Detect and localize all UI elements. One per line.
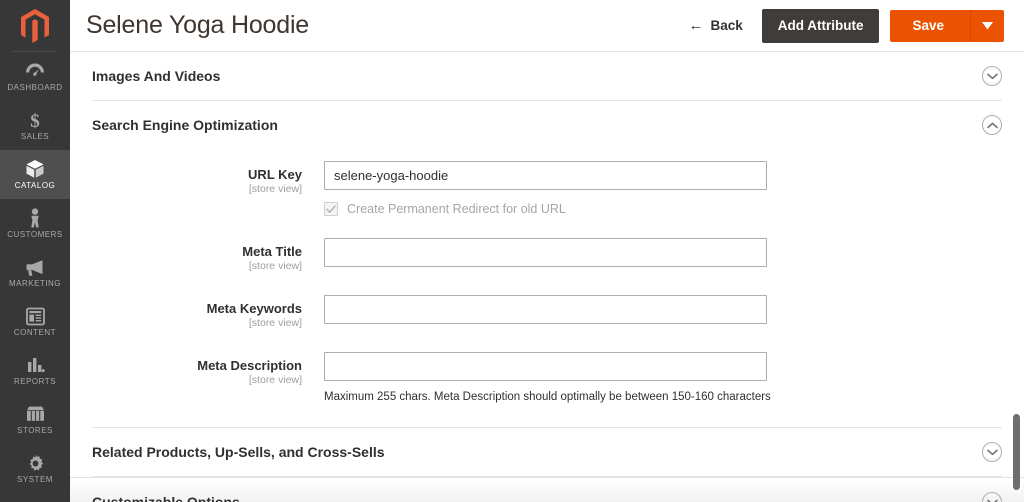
section-search-engine-optimization: Search Engine Optimization URL Key [stor… xyxy=(92,101,1002,428)
section-header-related-products[interactable]: Related Products, Up-Sells, and Cross-Se… xyxy=(92,428,1002,476)
page-scrollbar-thumb[interactable] xyxy=(1013,414,1020,490)
meta-keywords-input[interactable] xyxy=(324,295,767,324)
field-row-url-key: URL Key [store view] selene-yoga-hoodie … xyxy=(92,161,1002,216)
sidebar-item-label: CUSTOMERS xyxy=(7,230,63,239)
sidebar-item-catalog[interactable]: CATALOG xyxy=(0,150,70,199)
dashboard-gauge-icon xyxy=(25,60,45,82)
sidebar-item-label: CATALOG xyxy=(14,181,56,190)
layout-page-icon xyxy=(25,305,45,327)
magento-logo[interactable] xyxy=(0,0,70,52)
section-header-customizable-options[interactable]: Customizable Options xyxy=(92,478,1002,502)
field-scope-text: [store view] xyxy=(248,317,302,329)
chevron-down-icon[interactable] xyxy=(982,492,1002,502)
product-sections-content: Images And Videos Search Engine Optimiza… xyxy=(70,52,1024,502)
meta-description-help-note: Maximum 255 chars. Meta Description shou… xyxy=(324,391,771,403)
svg-text:$: $ xyxy=(30,111,40,130)
sidebar-item-stores[interactable]: STORES xyxy=(0,395,70,444)
sidebar-item-label: MARKETING xyxy=(8,279,62,288)
sidebar-item-label: STORES xyxy=(17,426,53,435)
save-options-toggle[interactable] xyxy=(970,9,1004,42)
save-button-group: Save xyxy=(890,9,1004,42)
sidebar-item-content[interactable]: CONTENT xyxy=(0,297,70,346)
person-icon xyxy=(28,207,42,229)
field-scope-text: [store view] xyxy=(248,183,302,195)
sidebar-item-reports[interactable]: REPORTS xyxy=(0,346,70,395)
sidebar-item-label: SALES xyxy=(20,132,50,141)
admin-sidebar-nav: DASHBOARD $ SALES CATALOG CUSTOMERS MARK… xyxy=(0,0,70,502)
box-icon xyxy=(25,158,45,180)
url-key-input[interactable] xyxy=(324,161,767,190)
sidebar-item-dashboard[interactable]: DASHBOARD xyxy=(0,52,70,101)
section-header-images-and-videos[interactable]: Images And Videos xyxy=(92,52,1002,100)
section-title: Related Products, Up-Sells, and Cross-Se… xyxy=(92,444,385,460)
main-region: Selene Yoga Hoodie ← Back Add Attribute … xyxy=(70,0,1024,502)
redirect-checkbox[interactable] xyxy=(324,202,338,216)
meta-description-input[interactable] xyxy=(324,352,767,381)
storefront-icon xyxy=(25,403,46,425)
arrow-left-icon: ← xyxy=(688,17,704,34)
section-title: Images And Videos xyxy=(92,68,221,84)
megaphone-icon xyxy=(24,256,46,278)
field-label-text: Meta Keywords xyxy=(206,301,302,316)
meta-title-input[interactable] xyxy=(324,238,767,267)
page-scrollbar-track[interactable] xyxy=(1009,52,1023,502)
sidebar-item-system[interactable]: SYSTEM xyxy=(0,444,70,493)
field-label-meta-keywords: Meta Keywords [store view] xyxy=(92,295,324,330)
field-label-text: URL Key xyxy=(248,167,302,182)
field-scope-text: [store view] xyxy=(248,260,302,272)
field-row-meta-title: Meta Title [store view] xyxy=(92,238,1002,273)
checkmark-icon xyxy=(326,204,336,213)
header-actions: ← Back Add Attribute Save xyxy=(680,8,1004,43)
section-customizable-options: Customizable Options xyxy=(70,477,1024,502)
page-title: Selene Yoga Hoodie xyxy=(86,11,309,39)
field-row-meta-description: Meta Description [store view] Maximum 25… xyxy=(92,352,1002,405)
field-label-meta-title: Meta Title [store view] xyxy=(92,238,324,273)
sidebar-item-marketing[interactable]: MARKETING xyxy=(0,248,70,297)
page-header: Selene Yoga Hoodie ← Back Add Attribute … xyxy=(70,0,1024,52)
chevron-up-icon[interactable] xyxy=(982,115,1002,135)
field-scope-text: [store view] xyxy=(248,374,302,386)
sidebar-item-sales[interactable]: $ SALES xyxy=(0,101,70,150)
section-images-and-videos: Images And Videos xyxy=(92,52,1002,101)
sidebar-item-label: CONTENT xyxy=(13,328,57,337)
bar-chart-icon xyxy=(26,354,45,376)
dollar-sign-icon: $ xyxy=(28,109,42,131)
field-label-url-key: URL Key [store view] xyxy=(92,161,324,196)
section-title: Customizable Options xyxy=(92,494,240,502)
field-row-meta-keywords: Meta Keywords [store view] xyxy=(92,295,1002,330)
add-attribute-button[interactable]: Add Attribute xyxy=(761,8,880,43)
sidebar-item-label: REPORTS xyxy=(13,377,57,386)
gear-icon xyxy=(26,452,45,474)
section-header-search-engine-optimization[interactable]: Search Engine Optimization xyxy=(92,101,1002,149)
magento-logo-icon xyxy=(21,9,49,43)
caret-down-icon xyxy=(982,21,993,29)
section-title: Search Engine Optimization xyxy=(92,117,278,133)
field-label-text: Meta Title xyxy=(242,244,302,259)
save-button[interactable]: Save xyxy=(890,9,970,42)
section-related-products: Related Products, Up-Sells, and Cross-Se… xyxy=(92,428,1002,477)
sidebar-item-label: SYSTEM xyxy=(17,475,53,484)
field-label-meta-description: Meta Description [store view] xyxy=(92,352,324,387)
redirect-checkbox-row[interactable]: Create Permanent Redirect for old URL xyxy=(324,202,1002,216)
sidebar-item-customers[interactable]: CUSTOMERS xyxy=(0,199,70,248)
chevron-down-icon[interactable] xyxy=(982,442,1002,462)
chevron-down-icon[interactable] xyxy=(982,66,1002,86)
back-button[interactable]: ← Back xyxy=(680,12,750,39)
back-button-label: Back xyxy=(710,18,743,33)
admin-product-edit-page: DASHBOARD $ SALES CATALOG CUSTOMERS MARK… xyxy=(0,0,1024,502)
seo-form: URL Key [store view] selene-yoga-hoodie … xyxy=(92,149,1002,427)
field-label-text: Meta Description xyxy=(197,358,302,373)
redirect-checkbox-label: Create Permanent Redirect for old URL xyxy=(347,202,566,216)
sidebar-item-label: DASHBOARD xyxy=(7,83,63,92)
